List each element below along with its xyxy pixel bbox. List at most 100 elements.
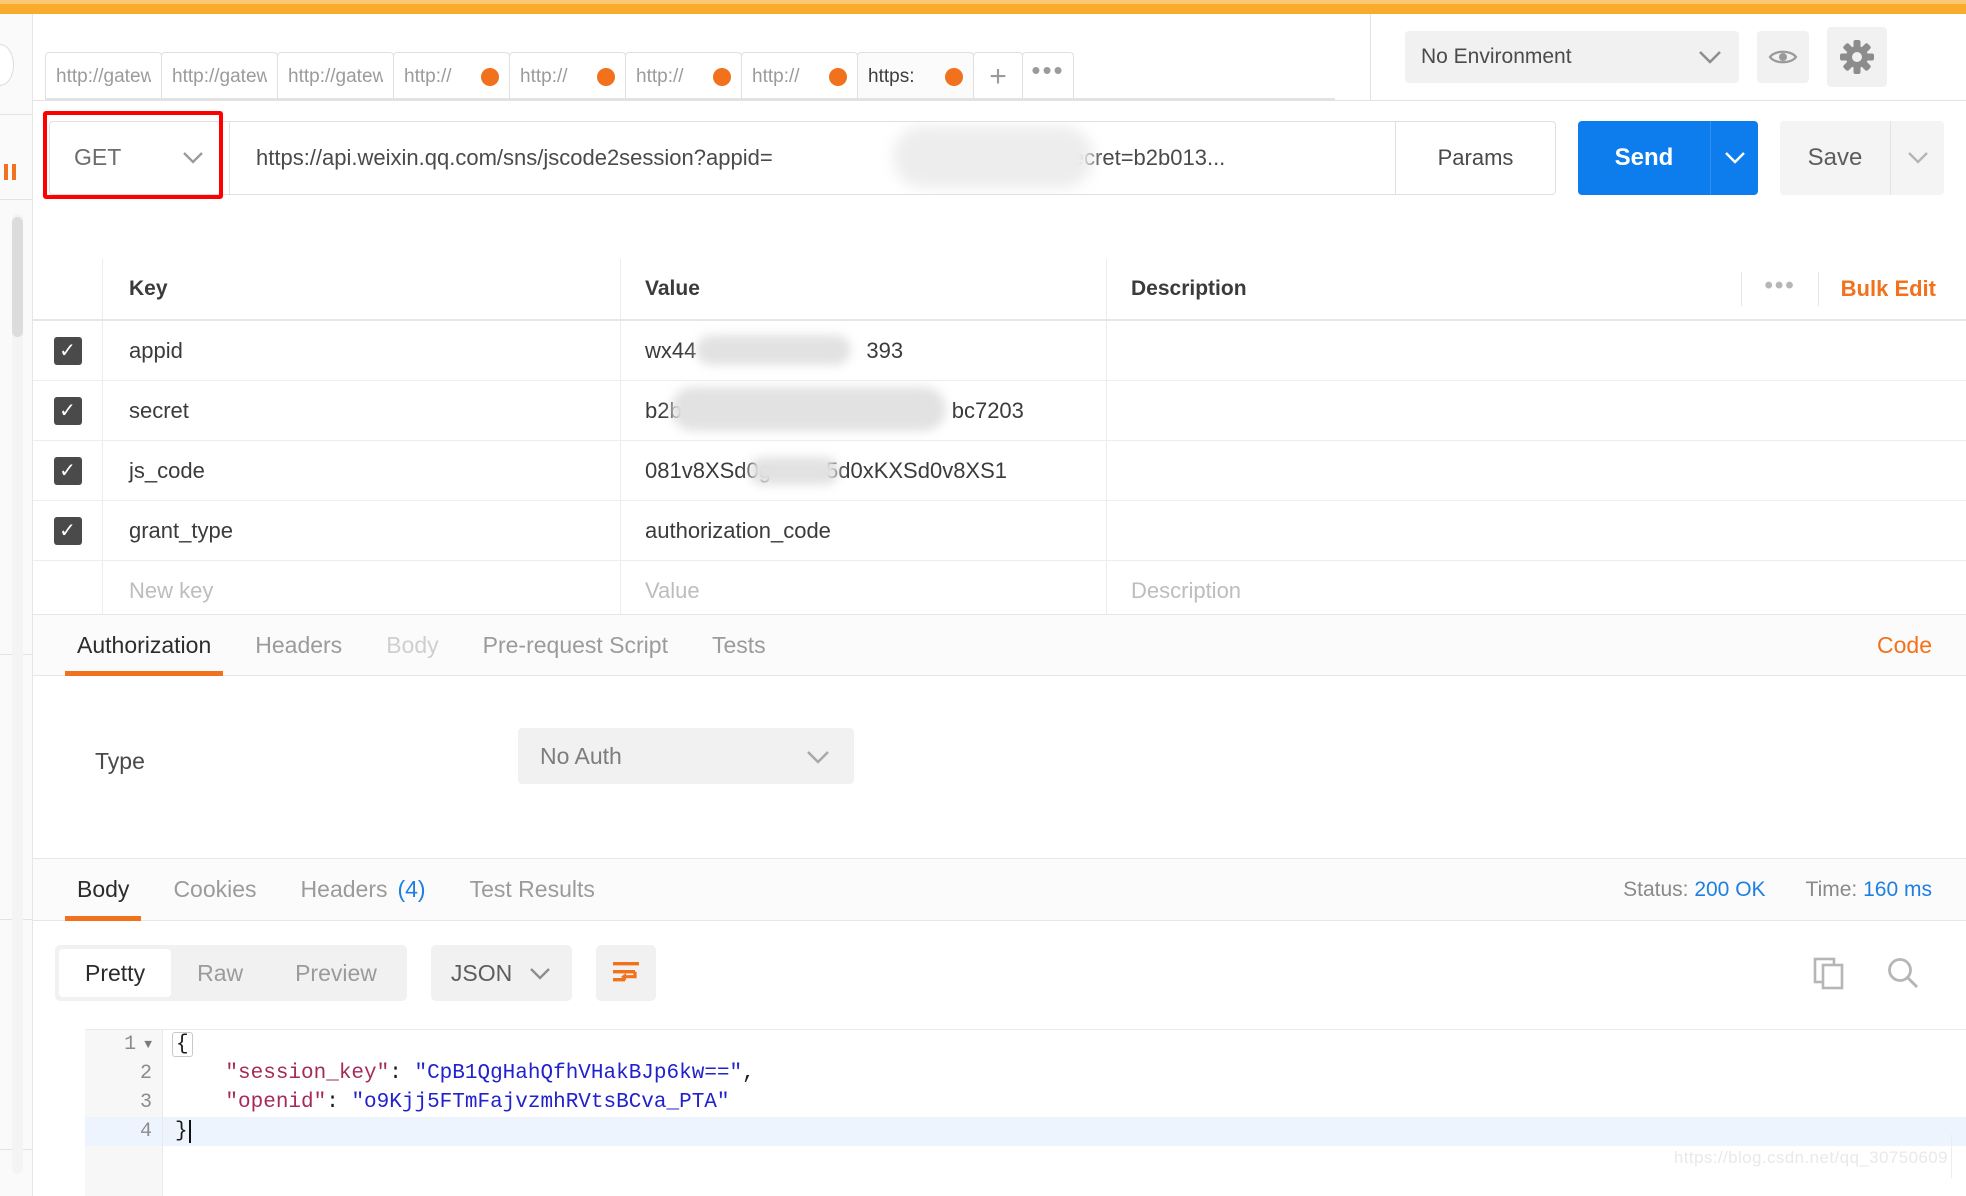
sidebar-scrollbar-thumb[interactable] [12,217,23,337]
view-preview-button[interactable]: Preview [269,949,403,997]
request-tab[interactable]: http://gatew [277,52,394,100]
row-checkbox-cell [33,561,103,620]
param-key[interactable]: secret [103,381,621,440]
tab-response-headers[interactable]: Headers (4) [279,859,448,921]
save-button[interactable]: Save [1780,121,1890,195]
postman-window: http://gatew http://gatew http://gatew h… [0,0,1966,1196]
tab-cookies[interactable]: Cookies [151,859,278,921]
new-value-input[interactable]: Value [621,561,1107,620]
bulk-edit-button[interactable]: Bulk Edit [1818,272,1936,306]
request-tab[interactable]: http://gatew [161,52,278,100]
pause-icon[interactable] [4,164,22,180]
chevron-down-icon [1697,49,1723,65]
tab-body[interactable]: Body [364,614,460,676]
unsaved-dot-icon [597,68,615,86]
rail-collapse-handle[interactable] [0,44,14,86]
tab-options-button[interactable]: ••• [1022,52,1074,100]
fold-toggle-icon[interactable]: ▼ [144,1037,152,1052]
row-checkbox-cell[interactable]: ✓ [33,501,103,560]
search-button[interactable] [1886,956,1920,990]
request-tab[interactable]: http:// [393,52,510,100]
response-body-viewer[interactable]: 1 ▼ 2 3 4 { "session_key": "CpB1QgHahQfh… [85,1029,1966,1196]
param-description[interactable] [1107,501,1966,560]
line-number-gutter: 1 ▼ 2 3 4 [85,1030,163,1196]
authorization-pane: Type No Auth [33,676,1966,859]
sidebar-scrollbar-track[interactable] [12,214,23,1174]
environment-select[interactable]: No Environment [1405,31,1739,83]
tab-authorization[interactable]: Authorization [55,614,233,676]
chevron-down-icon [528,966,552,981]
param-value[interactable]: authorization_code [621,501,1107,560]
eye-icon [1768,47,1798,67]
param-key[interactable]: grant_type [103,501,621,560]
row-checkbox-cell[interactable]: ✓ [33,321,103,380]
param-description[interactable] [1107,381,1966,440]
method-select[interactable]: GET [49,121,229,195]
request-tab-label: http:// [404,66,452,88]
param-value[interactable]: b2bbc7203 [621,381,1107,440]
environment-quick-look-button[interactable] [1757,31,1809,83]
send-button[interactable]: Send [1578,121,1710,195]
row-checkbox[interactable]: ✓ [54,337,82,365]
tab-headers[interactable]: Headers [233,614,364,676]
new-key-input[interactable]: New key [103,561,621,620]
response-view-toggle: Pretty Raw Preview [55,945,407,1001]
response-toolbar: Pretty Raw Preview JSON [33,921,1966,1025]
request-tab-label: http://gatew [56,66,151,88]
row-checkbox-cell[interactable]: ✓ [33,441,103,500]
tab-response-body[interactable]: Body [55,859,151,921]
request-tab[interactable]: http://gatew [45,52,162,100]
word-wrap-button[interactable] [596,945,656,1001]
row-checkbox[interactable]: ✓ [54,457,82,485]
new-tab-button[interactable]: + [973,52,1023,100]
copy-button[interactable] [1812,956,1846,990]
param-key[interactable]: appid [103,321,621,380]
param-description[interactable] [1107,441,1966,500]
param-key[interactable]: js_code [103,441,621,500]
line-number: 3 [85,1088,162,1117]
param-value[interactable]: wx44393 [621,321,1107,380]
row-checkbox-cell[interactable]: ✓ [33,381,103,440]
row-checkbox[interactable]: ✓ [54,397,82,425]
request-tab[interactable]: http:// [509,52,626,100]
view-pretty-button[interactable]: Pretty [59,949,171,997]
code-token-punct: , [742,1062,755,1085]
tab-tests[interactable]: Tests [690,614,788,676]
save-options-button[interactable] [1890,121,1944,195]
code-link[interactable]: Code [1877,632,1966,659]
request-tab[interactable]: http:// [741,52,858,100]
request-tab-active[interactable]: https: [857,52,974,100]
request-tab-label: http:// [636,66,684,88]
tab-test-results[interactable]: Test Results [448,859,617,921]
settings-button[interactable] [1827,27,1887,87]
response-format-select[interactable]: JSON [431,945,572,1001]
view-raw-button[interactable]: Raw [171,949,269,997]
word-wrap-icon [611,960,641,986]
response-format-value: JSON [451,960,512,987]
url-input[interactable]: https://api.weixin.qq.com/sns/jscode2ses… [229,121,1396,195]
code-token-punct: { [172,1032,193,1057]
request-tab[interactable]: http:// [625,52,742,100]
request-tab-label: http://gatew [172,66,267,88]
code-line: "openid": "o9Kjj5FTmFajvzmhRVtsBCva_PTA" [163,1088,1966,1117]
param-value-suffix: bc7203 [952,398,1024,424]
left-rail [0,14,33,1196]
auth-type-select[interactable]: No Auth [518,728,854,784]
code-token-punct: : [326,1091,351,1114]
params-button[interactable]: Params [1396,121,1556,195]
tab-pre-request-script[interactable]: Pre-request Script [461,614,690,676]
new-description-input[interactable]: Description [1107,561,1966,620]
send-options-button[interactable] [1710,121,1758,195]
row-checkbox[interactable]: ✓ [54,517,82,545]
table-options-button[interactable]: ••• [1741,272,1817,306]
param-description[interactable] [1107,321,1966,380]
tab-response-headers-label: Headers [301,876,388,903]
table-header-row: Key Value Description ••• Bulk Edit [33,259,1966,321]
status-label: Status: [1623,878,1688,901]
request-tab-label: http:// [752,66,800,88]
time-label: Time: [1806,878,1858,901]
code-token-punct: } [175,1120,188,1143]
param-value-suffix: 5d0xKXSd0v8XS1 [826,458,1007,484]
param-value[interactable]: 081v8XSd0g5d0xKXSd0v8XS1 [621,441,1107,500]
param-value-suffix: 393 [866,338,903,364]
